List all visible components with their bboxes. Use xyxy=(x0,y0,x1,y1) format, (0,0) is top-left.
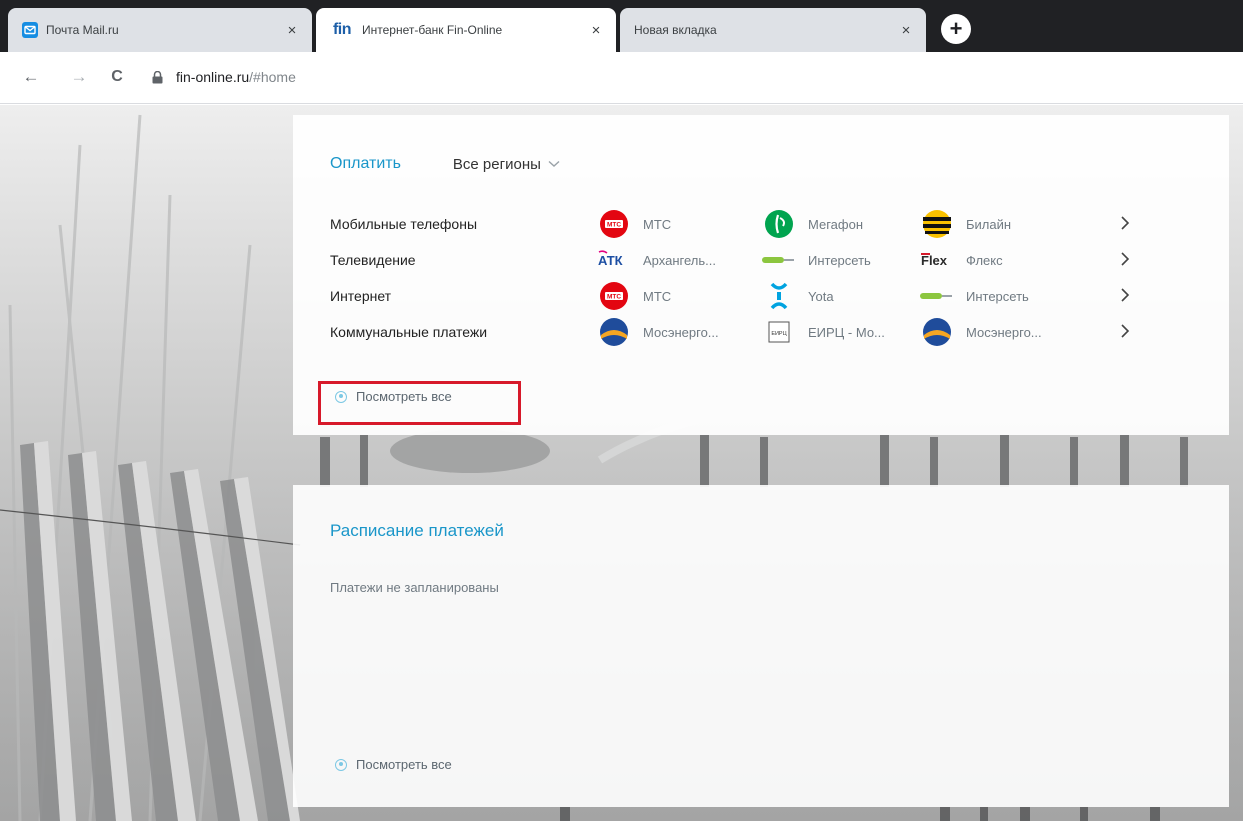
megafon-logo-icon xyxy=(762,207,796,241)
provider-mosenergo[interactable]: Мосэнерго... xyxy=(920,315,1042,349)
provider-name: ЕИРЦ - Мо... xyxy=(808,324,885,340)
yota-logo-icon xyxy=(762,279,796,313)
page-background: Оплатить Все регионы Мобильные телефоны … xyxy=(0,105,1243,821)
svg-text:МТС: МТС xyxy=(607,222,621,229)
category-row-mobile[interactable]: Мобильные телефоны МТС МТС Мегафон Билай… xyxy=(330,207,1210,241)
url-host: fin-online.ru xyxy=(176,69,250,85)
region-label: Все регионы xyxy=(452,155,541,173)
provider-name: Интерсеть xyxy=(966,288,1029,304)
svg-text:МТС: МТС xyxy=(607,294,621,301)
provider-name: Yota xyxy=(808,288,834,304)
provider-megafon[interactable]: Мегафон xyxy=(762,207,863,241)
schedule-panel: Расписание платежей Платежи не запланиро… xyxy=(293,485,1229,807)
url-path: /#home xyxy=(249,69,296,85)
schedule-title[interactable]: Расписание платежей xyxy=(330,521,504,541)
reload-button[interactable]: C xyxy=(104,64,130,90)
provider-intersvet[interactable]: Интерсеть xyxy=(762,243,871,277)
mosenergo-logo-icon xyxy=(597,315,631,349)
intersvet-logo-icon xyxy=(920,279,954,313)
tab-title: Почта Mail.ru xyxy=(46,23,119,37)
provider-mts[interactable]: МТС МТС xyxy=(597,279,671,313)
provider-mts[interactable]: МТС МТС xyxy=(597,207,671,241)
provider-atk[interactable]: АТК Архангель... xyxy=(597,243,716,277)
svg-text:Flex: Flex xyxy=(921,253,948,268)
browser-toolbar: ← → C fin-online.ru/#home xyxy=(0,52,1243,104)
schedule-see-all-link[interactable]: Посмотреть все xyxy=(335,757,452,772)
chevron-right-icon[interactable] xyxy=(1120,323,1130,339)
intersvet-logo-icon xyxy=(762,243,796,277)
provider-flex[interactable]: Flex Флекс xyxy=(920,243,1003,277)
beeline-logo-icon xyxy=(920,207,954,241)
provider-name: Мосэнерго... xyxy=(966,324,1042,340)
chevron-right-icon[interactable] xyxy=(1120,287,1130,303)
provider-name: Мосэнерго... xyxy=(643,324,719,340)
tab-new[interactable]: Новая вкладка × xyxy=(620,8,926,52)
category-row-tv[interactable]: Телевидение АТК Архангель... Интерсеть F… xyxy=(330,243,1210,277)
provider-eirc[interactable]: ЕИРЦ ЕИРЦ - Мо... xyxy=(762,315,885,349)
flex-logo-icon: Flex xyxy=(920,243,954,277)
close-tab-icon[interactable]: × xyxy=(586,20,606,40)
close-tab-icon[interactable]: × xyxy=(896,20,916,40)
tab-title: Новая вкладка xyxy=(634,23,717,37)
forward-button[interactable]: → xyxy=(66,64,92,90)
schedule-empty-text: Платежи не запланированы xyxy=(330,580,499,595)
category-label: Коммунальные платежи xyxy=(330,324,488,340)
payments-header: Оплатить Все регионы xyxy=(330,155,560,173)
provider-name: Мегафон xyxy=(808,216,863,232)
provider-mosenergo[interactable]: Мосэнерго... xyxy=(597,315,719,349)
provider-beeline[interactable]: Билайн xyxy=(920,207,1011,241)
provider-yota[interactable]: Yota xyxy=(762,279,834,313)
tab-fin-online[interactable]: fin Интернет-банк Fin-Online × xyxy=(316,8,616,52)
category-row-utilities[interactable]: Коммунальные платежи Мосэнерго... ЕИРЦ Е… xyxy=(330,315,1210,349)
provider-name: Флекс xyxy=(966,252,1003,268)
chevron-down-icon xyxy=(548,160,560,167)
provider-name: Интерсеть xyxy=(808,252,871,268)
provider-intersvet[interactable]: Интерсеть xyxy=(920,279,1029,313)
tab-mail[interactable]: Почта Mail.ru × xyxy=(8,8,312,52)
circle-dot-icon xyxy=(335,758,347,771)
svg-text:ЕИРЦ: ЕИРЦ xyxy=(771,331,786,337)
browser-tabstrip: Почта Mail.ru × fin Интернет-банк Fin-On… xyxy=(0,0,1243,52)
close-tab-icon[interactable]: × xyxy=(282,20,302,40)
mts-logo-icon: МТС xyxy=(597,279,631,313)
see-all-label: Посмотреть все xyxy=(356,757,452,772)
chevron-right-icon[interactable] xyxy=(1120,251,1130,267)
provider-name: Билайн xyxy=(966,216,1012,232)
provider-name: МТС xyxy=(643,288,672,304)
back-button[interactable]: ← xyxy=(18,64,44,90)
category-row-internet[interactable]: Интернет МТС МТС Yota Интерсеть xyxy=(330,279,1210,313)
fin-logo-icon: fin xyxy=(332,21,352,38)
lock-icon[interactable] xyxy=(150,70,164,84)
svg-text:АТК: АТК xyxy=(598,253,623,268)
address-bar[interactable]: fin-online.ru/#home xyxy=(150,62,1210,92)
chevron-right-icon[interactable] xyxy=(1120,215,1130,231)
category-label: Телевидение xyxy=(330,252,416,268)
provider-name: Архангель... xyxy=(643,252,716,268)
mts-logo-icon: МТС xyxy=(597,207,631,241)
eirc-logo-icon: ЕИРЦ xyxy=(762,315,796,349)
payments-title[interactable]: Оплатить xyxy=(330,155,401,173)
mosenergo-logo-icon xyxy=(920,315,954,349)
new-tab-button[interactable]: + xyxy=(941,14,971,44)
category-label: Мобильные телефоны xyxy=(330,216,478,232)
mail-icon xyxy=(22,22,38,38)
highlight-box xyxy=(318,381,521,425)
provider-name: МТС xyxy=(643,216,672,232)
region-select[interactable]: Все регионы xyxy=(453,156,560,173)
category-label: Интернет xyxy=(330,288,392,304)
tab-title: Интернет-банк Fin-Online xyxy=(362,23,503,37)
atk-logo-icon: АТК xyxy=(597,243,631,277)
